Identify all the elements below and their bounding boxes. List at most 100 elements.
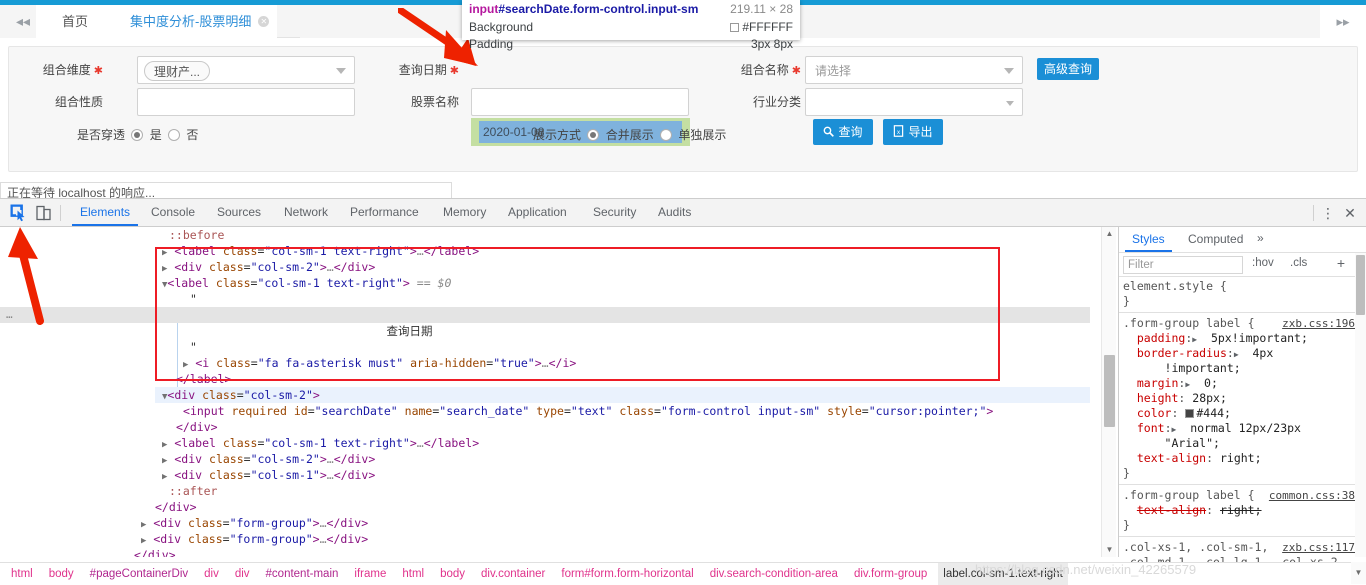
vertical-dots-icon[interactable]: ⋮ (1320, 203, 1336, 223)
tab-performance[interactable]: Performance (342, 199, 427, 226)
dom-line[interactable]: ▶ <div class="form-group">…</div> (0, 531, 1090, 547)
dom-line[interactable]: ▶ <div class="form-group">…</div> (0, 515, 1090, 531)
selected-pill-label: 理财产... (144, 61, 211, 81)
dom-line[interactable]: ▶ <div class="col-sm-2">…</div> (0, 451, 1090, 467)
tab-sources[interactable]: Sources (209, 199, 269, 226)
advanced-query-button[interactable]: 高级查询 (1037, 58, 1100, 80)
tab-styles[interactable]: Styles (1125, 227, 1172, 252)
dom-line[interactable]: ▶ <i class="fa fa-asterisk must" aria-hi… (0, 355, 1090, 371)
add-style-rule-button[interactable]: + (1337, 255, 1345, 271)
chevron-right-double-icon[interactable]: » (1257, 231, 1264, 245)
tab-security[interactable]: Security (585, 199, 644, 226)
css-declaration[interactable]: font:▶ normal 12px/23px (1123, 421, 1359, 437)
radio-display-separate[interactable] (660, 129, 673, 141)
expand-icon[interactable]: ▶ (1234, 347, 1239, 362)
dom-line[interactable]: </div> (0, 419, 1090, 435)
breadcrumb-item[interactable]: iframe (349, 563, 391, 585)
css-declaration[interactable]: text-align: right; (1123, 503, 1359, 518)
styles-scrollbar[interactable] (1355, 253, 1366, 557)
required-asterisk-icon: ✱ (93, 65, 103, 77)
breadcrumb-item[interactable]: body (435, 563, 470, 585)
cls-toggle[interactable]: .cls (1290, 257, 1307, 269)
input-portfolio-nature[interactable] (137, 88, 355, 116)
css-declaration[interactable]: border-radius:▶ 4px (1123, 346, 1359, 362)
chevron-down-icon[interactable]: ▼ (1351, 562, 1366, 584)
breadcrumb-item[interactable]: div (230, 563, 255, 585)
tab-application[interactable]: Application (500, 199, 575, 226)
close-icon[interactable]: ✕ (1342, 203, 1358, 223)
scroll-up-icon[interactable]: ▲ (1102, 227, 1117, 241)
styles-pane-tabs: Styles Computed » (1119, 227, 1366, 253)
tab-memory[interactable]: Memory (435, 199, 494, 226)
dom-line[interactable]: " (0, 291, 1090, 307)
styles-scrollbar-thumb[interactable] (1356, 255, 1365, 315)
inspect-element-icon[interactable] (10, 204, 30, 222)
tooltip-padding-row: Padding 3px 8px (469, 37, 793, 54)
dom-line[interactable]: </div> (0, 547, 1090, 557)
query-button[interactable]: 查询 (813, 119, 873, 145)
dom-line[interactable]: ::after (0, 483, 1090, 499)
tab-audits[interactable]: Audits (650, 199, 699, 226)
css-declaration[interactable]: margin:▶ 0; (1123, 376, 1359, 392)
element-inspect-tooltip: input#searchDate.form-control.input-sm 2… (462, 0, 800, 51)
tab-network[interactable]: Network (276, 199, 336, 226)
expand-icon[interactable]: ▶ (1185, 377, 1190, 392)
css-declaration[interactable]: text-align: right; (1123, 451, 1359, 466)
select-portfolio-name[interactable]: 请选择 (805, 56, 1023, 84)
input-stock-name[interactable] (471, 88, 689, 116)
css-declaration[interactable]: color: #444; (1123, 406, 1359, 421)
radio-display-merge[interactable] (587, 129, 600, 141)
radio-penetration-no[interactable] (168, 129, 181, 141)
styles-rule-selector[interactable]: .col-xs-1, .col-sm-1, zxb.css:117 (1123, 540, 1359, 555)
dom-tree-scrollbar[interactable]: ▲ ▼ (1101, 227, 1116, 557)
breadcrumb-item[interactable]: div (199, 563, 224, 585)
tooltip-dimensions: 219.11 × 28 (730, 2, 793, 16)
breadcrumb-item[interactable]: html (6, 563, 38, 585)
breadcrumb-item[interactable]: div.container (476, 563, 550, 585)
device-toolbar-icon[interactable] (35, 204, 55, 222)
radio-penetration-yes[interactable] (131, 129, 144, 141)
tab-console[interactable]: Console (143, 199, 203, 226)
css-declaration[interactable]: padding:▶ 5px!important; (1123, 331, 1359, 347)
dom-line[interactable]: </label> (0, 371, 1090, 387)
dom-line[interactable]: ▶ <label class="col-sm-1 text-right">…</… (0, 435, 1090, 451)
hov-toggle[interactable]: :hov (1252, 257, 1274, 269)
dom-line[interactable]: <input required id="searchDate" name="se… (0, 403, 1090, 419)
close-icon[interactable]: ✕ (258, 16, 270, 27)
styles-rule-close: } (1123, 518, 1130, 532)
styles-rule-selector[interactable]: .form-group label {zxb.css:196 (1123, 316, 1359, 331)
dom-line[interactable]: ▶ <label class="col-sm-1 text-right">…</… (0, 243, 1090, 259)
tab-elements[interactable]: Elements (72, 199, 139, 226)
expand-icon[interactable]: ▶ (1172, 422, 1177, 437)
styles-rule-selector[interactable]: .form-group label {common.css:38 (1123, 488, 1359, 503)
breadcrumb-item[interactable]: body (44, 563, 79, 585)
dom-scrollbar-thumb[interactable] (1104, 355, 1115, 427)
dom-tree[interactable]: … ::before ▶ <label class="col-sm-1 text-… (0, 227, 1090, 557)
breadcrumb-item[interactable]: #pageContainerDiv (85, 563, 193, 585)
styles-filter-input[interactable]: Filter (1123, 256, 1243, 274)
breadcrumb-item[interactable]: div.search-condition-area (705, 563, 843, 585)
select-portfolio-dimension[interactable]: 理财产... (137, 56, 355, 84)
double-chevron-left-icon[interactable]: ◂◂ (10, 10, 36, 32)
dom-line[interactable]: ▶ <div class="col-sm-2">…</div> (0, 259, 1090, 275)
tab-computed[interactable]: Computed (1181, 227, 1250, 252)
dom-line[interactable]: </div> (0, 499, 1090, 515)
dom-line[interactable]: " (0, 339, 1090, 355)
breadcrumb-item[interactable]: html (397, 563, 429, 585)
dom-line[interactable]: ▼<label class="col-sm-1 text-right"> == … (0, 275, 1090, 291)
select-industry-category[interactable] (805, 88, 1023, 116)
dom-line[interactable]: ▶ <div class="col-sm-1">…</div> (0, 467, 1090, 483)
breadcrumb-item[interactable]: form#form.form-horizontal (556, 563, 698, 585)
dom-line[interactable]: ::before (0, 227, 1090, 243)
breadcrumb-item[interactable]: div.form-group (849, 563, 932, 585)
export-button[interactable]: x 导出 (883, 119, 943, 145)
tab-home[interactable]: 首页 (36, 5, 114, 38)
scroll-down-icon[interactable]: ▼ (1102, 543, 1117, 557)
expand-icon[interactable]: ▶ (1192, 332, 1197, 347)
css-declaration[interactable]: height: 28px; (1123, 391, 1359, 406)
double-chevron-right-icon[interactable]: ▸▸ (1320, 5, 1366, 38)
breadcrumb-item[interactable]: #content-main (261, 563, 344, 585)
styles-rule-selector[interactable]: element.style { (1123, 279, 1359, 294)
dom-line[interactable]: ▼<div class="col-sm-2"> (0, 387, 1090, 403)
tab-stock-detail[interactable]: 集中度分析-股票明细 ✕ (114, 5, 278, 38)
